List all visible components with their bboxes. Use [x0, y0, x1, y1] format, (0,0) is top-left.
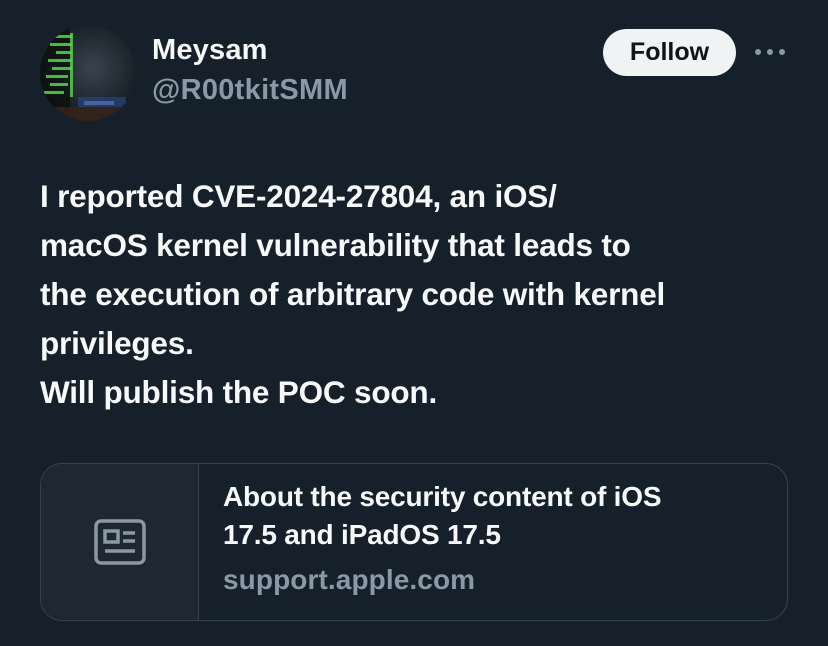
more-options-button[interactable] [753, 40, 787, 64]
link-card-domain: support.apple.com [223, 564, 476, 595]
tweet-text-line: I reported CVE-2024-27804, an iOS/ [40, 178, 557, 214]
link-card-title: About the security content of iOS 17.5 a… [223, 478, 767, 554]
tweet-text: I reported CVE-2024-27804, an iOS/ macOS… [40, 172, 810, 417]
link-card-thumbnail [41, 464, 199, 620]
tweet-text-line: macOS kernel vulnerability that leads to [40, 227, 631, 263]
author-name[interactable]: Meysam [152, 34, 268, 67]
link-card-title-line: 17.5 and iPadOS 17.5 [223, 519, 501, 550]
tweet: Meysam @R00tkitSMM Follow I reported CVE… [0, 0, 828, 646]
link-card-body: About the security content of iOS 17.5 a… [223, 478, 767, 596]
link-card[interactable]: About the security content of iOS 17.5 a… [40, 463, 788, 621]
link-card-title-line: About the security content of iOS [223, 481, 662, 512]
tweet-text-line: privileges. [40, 325, 194, 361]
author-handle[interactable]: @R00tkitSMM [152, 74, 348, 107]
article-icon [93, 519, 146, 565]
follow-button[interactable]: Follow [603, 29, 736, 76]
tweet-text-line: Will publish the POC soon. [40, 374, 438, 410]
more-horizontal-icon [755, 49, 785, 55]
avatar-image [40, 25, 136, 121]
avatar[interactable] [40, 25, 136, 121]
tweet-text-line: the execution of arbitrary code with ker… [40, 276, 666, 312]
